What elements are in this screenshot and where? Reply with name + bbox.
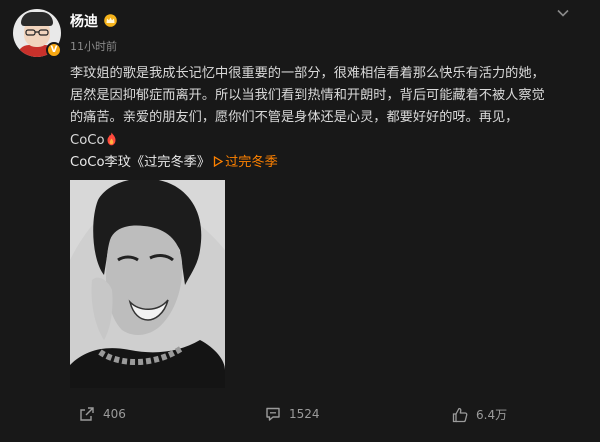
like-button[interactable]: 6.4万 — [452, 406, 507, 423]
action-bar: 406 1524 6.4万 — [0, 396, 600, 436]
share-button[interactable]: 406 — [79, 406, 126, 422]
thumbs-up-icon — [452, 407, 468, 422]
play-icon — [213, 155, 224, 167]
share-icon — [80, 407, 94, 421]
topic-line: CoCo李玟《过完冬季》 过完冬季 — [70, 152, 585, 174]
comment-count: 1524 — [289, 407, 320, 421]
post-time[interactable]: 11小时前 — [70, 38, 117, 54]
post-photo[interactable] — [70, 180, 225, 388]
glasses-icon — [25, 29, 49, 36]
chevron-down-icon[interactable] — [556, 6, 570, 20]
author-name[interactable]: 杨迪 — [70, 11, 98, 31]
post-line: 居然是因抑郁症而离开。所以当我们看到热情和开朗时，背后可能藏着不被人察觉 — [70, 88, 545, 104]
music-link[interactable]: 过完冬季 — [225, 155, 278, 170]
post-line: 李玟姐的歌是我成长记忆中很重要的一部分，很难相信看着那么快乐有活力的她， — [70, 66, 545, 81]
candle-emoji-icon — [107, 132, 116, 145]
comment-button[interactable]: 1524 — [265, 406, 320, 422]
post-content: 李玟姐的歌是我成长记忆中很重要的一部分，很难相信看着那么快乐有活力的她， 居然是… — [70, 63, 585, 174]
post-line: CoCo — [70, 130, 585, 152]
share-count: 406 — [103, 407, 126, 421]
comment-icon — [266, 407, 280, 421]
topic-text[interactable]: CoCo李玟《过完冬季》 — [70, 155, 210, 170]
crown-icon — [104, 14, 117, 27]
portrait-image — [70, 180, 225, 388]
verified-badge-icon: V — [46, 42, 62, 58]
avatar-hair — [21, 12, 53, 26]
post-line: 的痛苦。亲爱的朋友们，愿你们不管是身体还是心灵，都要好好的呀。再见， — [70, 110, 519, 126]
post-line-text: CoCo — [70, 132, 105, 148]
like-count: 6.4万 — [476, 408, 508, 422]
